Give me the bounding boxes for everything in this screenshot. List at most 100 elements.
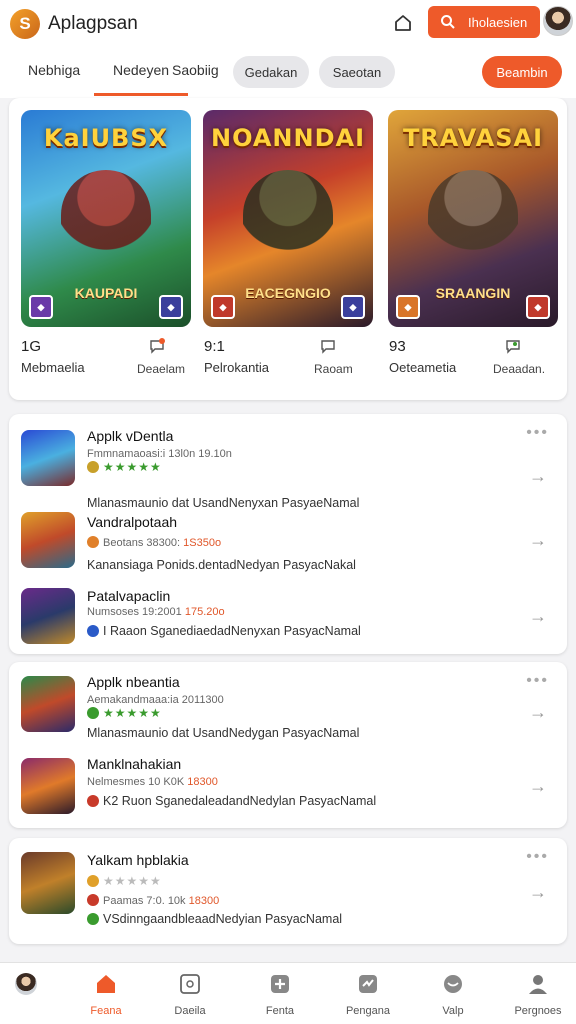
list-item[interactable]: Manklnahakian Nelmesmes 10 K0K 18300 K2 … bbox=[9, 754, 567, 824]
hero-art bbox=[61, 170, 151, 280]
list-item[interactable]: Vandralpotaah Beotans 38300: 1S350o Kana… bbox=[9, 508, 567, 578]
app-description-text: I Raaon SganediaedadNenyxan PasyacNamal bbox=[103, 624, 361, 638]
nav-label: Pergnoes bbox=[514, 1005, 562, 1017]
tab-0[interactable]: Nebhiga bbox=[28, 62, 80, 78]
nav-games[interactable]: Daeila bbox=[158, 971, 222, 1017]
list-item[interactable]: Yalkam hpblakia ★★★★★ Paamas 7:0. 10k 18… bbox=[9, 850, 567, 938]
featured-meta-3: 93 Oeteametia Deaadan. bbox=[389, 338, 569, 382]
app-list-section-3: ••• Yalkam hpblakia ★★★★★ Paamas 7:0. 10… bbox=[9, 838, 567, 944]
app-list-section-2: ••• Applk nbeantia Aemakandmaaa:ia 20113… bbox=[9, 662, 567, 828]
list-item[interactable]: Applk vDentla Fmmnamaoasi:i 13l0n 19.10n… bbox=[9, 426, 567, 510]
app-meta: ★★★★★ bbox=[87, 874, 162, 888]
featured-meta-1: 1G Mebmaelia Deaelam bbox=[21, 338, 201, 382]
app-title: Patalvapaclin bbox=[87, 588, 171, 604]
nav-label: Pengana bbox=[345, 1005, 391, 1017]
tab-2[interactable]: Saobiig bbox=[172, 62, 219, 78]
search-label: Iholaesien bbox=[468, 14, 528, 30]
person-icon bbox=[506, 971, 570, 997]
list-item[interactable]: Applk nbeantia Aemakandmaaa:ia 2011300 ★… bbox=[9, 672, 567, 742]
meta-text: Fmmnamaoasi:i 13l0n 19.10n bbox=[87, 448, 232, 460]
app-list-section-1: ••• Applk vDentla Fmmnamaoasi:i 13l0n 19… bbox=[9, 414, 567, 654]
meta-text: Nelmesmes 10 K0K bbox=[87, 776, 185, 788]
nav-account[interactable]: Pergnoes bbox=[506, 971, 570, 1017]
card-badge-left: ◆ bbox=[211, 295, 235, 319]
rating-stars: ★★★★★ bbox=[103, 706, 162, 720]
meta-highlight: 1S350o bbox=[183, 537, 222, 549]
meta-label: Pelrokantia bbox=[204, 360, 270, 375]
app-meta: Beotans 38300: 1S350o bbox=[87, 536, 221, 549]
app-meta: Fmmnamaoasi:i 13l0n 19.10n ★★★★★ bbox=[87, 448, 232, 474]
featured-game-card-2[interactable]: NOANNDAI EACEGNGIO ◆ ◆ bbox=[203, 110, 373, 327]
meta-action[interactable]: Deaelam bbox=[137, 362, 185, 376]
meta-text: Paamas 7:0. 10k bbox=[103, 895, 186, 907]
search-icon bbox=[441, 15, 455, 29]
card-badge-right: ◆ bbox=[526, 295, 550, 319]
chat-bubble-icon bbox=[421, 971, 485, 997]
app-meta: Nelmesmes 10 K0K 18300 bbox=[87, 776, 218, 788]
arrow-right-icon[interactable]: → bbox=[529, 776, 547, 797]
nav-chat[interactable]: Valp bbox=[421, 971, 485, 1017]
app-meta: Numsoses 19:2001 175.20o bbox=[87, 606, 225, 618]
app-thumbnail bbox=[21, 512, 75, 568]
arrow-right-icon[interactable]: → bbox=[529, 702, 547, 723]
meta-highlight: 18300 bbox=[187, 776, 218, 788]
meta-dot bbox=[87, 894, 99, 906]
app-thumbnail bbox=[21, 676, 75, 732]
arrow-right-icon[interactable]: → bbox=[529, 606, 547, 627]
app-description-text: VSdinngaandbleaadNedyian PasyacNamal bbox=[103, 912, 343, 926]
cta-button[interactable]: Beambin bbox=[482, 56, 562, 88]
chat-icon[interactable] bbox=[320, 338, 336, 359]
meta-action[interactable]: Deaadan. bbox=[493, 362, 545, 376]
chip-4[interactable]: Saeotan bbox=[319, 56, 395, 88]
featured-game-card-3[interactable]: TRAVASAI SRAANGIN ◆ ◆ bbox=[388, 110, 558, 327]
meta-number: 1G bbox=[21, 338, 42, 355]
home-icon bbox=[74, 971, 138, 997]
nav-label: Feana bbox=[90, 1005, 122, 1017]
app-logo[interactable]: S bbox=[10, 9, 40, 39]
app-description-text: K2 Ruon SganedaleadandNedylan PasyacNama… bbox=[103, 794, 377, 808]
avatar[interactable] bbox=[543, 6, 573, 36]
card-badge-left: ◆ bbox=[29, 295, 53, 319]
nav-label: Fenta bbox=[265, 1005, 295, 1017]
tab-bar: Nebhiga Nedeyen Saobiig Gedakan Saeotan … bbox=[0, 48, 576, 98]
hero-art bbox=[243, 170, 333, 280]
card-art-subtitle: EACEGNGIO bbox=[245, 285, 331, 301]
featured-meta-2: 9:1 Pelrokantia Raoam bbox=[204, 338, 384, 382]
meta-action[interactable]: Raoam bbox=[314, 362, 353, 376]
chip-3[interactable]: Gedakan bbox=[233, 56, 309, 88]
meta-dot bbox=[87, 536, 99, 548]
meta-text: Numsoses 19:2001 bbox=[87, 606, 182, 618]
nav-profile[interactable] bbox=[0, 971, 58, 1005]
card-art-subtitle: SRAANGIN bbox=[435, 285, 511, 301]
gamepad-icon bbox=[158, 971, 222, 997]
meta-dot bbox=[87, 795, 99, 807]
rating-stars: ★★★★★ bbox=[103, 874, 162, 888]
avatar bbox=[0, 971, 58, 997]
nav-activity[interactable]: Pengana bbox=[336, 971, 400, 1017]
card-art-title: NOANNDAI bbox=[210, 124, 365, 152]
card-art-title: TRAVASAI bbox=[402, 124, 544, 152]
logo-letter: S bbox=[19, 14, 31, 33]
nav-add[interactable]: Fenta bbox=[248, 971, 312, 1017]
app-description: I Raaon SganediaedadNenyxan PasyacNamal bbox=[87, 624, 361, 638]
chat-icon[interactable] bbox=[149, 338, 165, 359]
card-art-subtitle: KAUPADI bbox=[74, 285, 138, 301]
search-button[interactable]: Iholaesien bbox=[428, 6, 540, 38]
app-header: S Aplagpsan Iholaesien bbox=[0, 0, 576, 48]
hero-art bbox=[428, 170, 518, 280]
arrow-right-icon[interactable]: → bbox=[529, 882, 547, 903]
card-badge-left: ◆ bbox=[396, 295, 420, 319]
app-description: Kanansiaga Ponids.dentadNedyan PasyacNak… bbox=[87, 558, 356, 572]
featured-game-card-1[interactable]: KaIUBSX KAUPADI ◆ ◆ bbox=[21, 110, 191, 327]
meta-label: Oeteametia bbox=[389, 360, 457, 375]
nav-home[interactable]: Feana bbox=[74, 971, 138, 1017]
arrow-right-icon[interactable]: → bbox=[529, 466, 547, 487]
meta-label: Mebmaelia bbox=[21, 360, 85, 375]
list-item[interactable]: Patalvapaclin Numsoses 19:2001 175.20o I… bbox=[9, 584, 567, 654]
plus-icon bbox=[248, 971, 312, 997]
meta-number: 9:1 bbox=[204, 338, 225, 355]
arrow-right-icon[interactable]: → bbox=[529, 530, 547, 551]
rating-stars: ★★★★★ bbox=[103, 460, 162, 474]
chat-icon[interactable] bbox=[505, 338, 521, 359]
home-icon[interactable] bbox=[388, 8, 418, 38]
